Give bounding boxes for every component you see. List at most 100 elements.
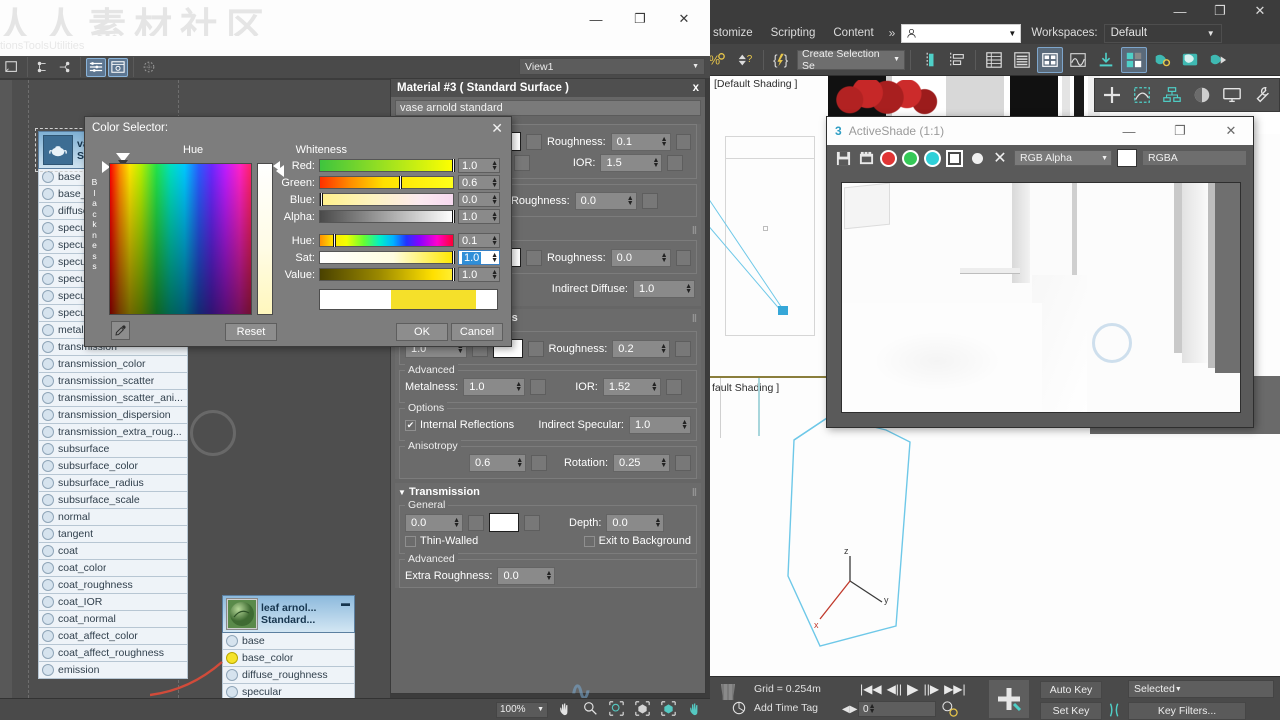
sme-menu-tools[interactable]: Tools (23, 40, 49, 52)
rotation-map-button[interactable] (675, 455, 691, 471)
channel-select[interactable]: RGB Alpha ▼ (1014, 150, 1112, 166)
base-roughness3-input[interactable]: 0.0 ▲ ▼ (610, 248, 671, 267)
sme-zoom-icon[interactable] (580, 701, 600, 719)
activeshade-render-canvas[interactable] (841, 182, 1241, 413)
menu-overflow-chevron[interactable]: » (883, 26, 902, 40)
slot-connector-dot[interactable] (42, 290, 54, 302)
time-config-icon[interactable] (942, 701, 958, 720)
save-icon[interactable] (834, 149, 852, 167)
sme-view-tab[interactable]: View1 ▼ (519, 58, 705, 75)
color-slider-handle[interactable] (452, 159, 455, 172)
metalness-input[interactable]: 1.0 ▲ ▼ (463, 378, 526, 396)
create-selection-set-input[interactable]: Create Selection Se ▼ (797, 48, 905, 72)
color-selector-close-button[interactable]: ✕ (491, 120, 503, 137)
spinner-arrows[interactable]: ▲▼ (546, 570, 553, 582)
color-value-input[interactable]: 1.0 ▲ ▼ (458, 250, 500, 265)
green-channel-toggle[interactable] (902, 149, 919, 167)
node-thumbnail[interactable] (43, 135, 73, 165)
node-slot[interactable]: coat_IOR (38, 594, 188, 611)
menu-item-customize[interactable]: stomize (704, 24, 762, 42)
play-button[interactable]: ▶ (907, 680, 919, 698)
node2-slot[interactable]: base_color (222, 650, 355, 667)
align-icon[interactable] (944, 47, 970, 73)
layer-manager-icon[interactable] (981, 47, 1007, 73)
color-value-input[interactable]: 0.1 ▲ ▼ (458, 233, 500, 248)
node2-collapse-button[interactable]: ▬ (341, 598, 350, 608)
set-key-button[interactable]: Set Key (1040, 702, 1102, 720)
utilities-wrench-icon[interactable] (1248, 81, 1276, 109)
specular-roughness-map-button[interactable] (675, 340, 691, 357)
clone-render-icon[interactable] (857, 149, 875, 167)
sme-select-tree-icon[interactable] (33, 58, 53, 77)
node-slot[interactable]: emission (38, 662, 188, 679)
sme-zoom-select[interactable]: 100% ▼ (496, 701, 548, 718)
thin-walled-checkbox[interactable]: Thin-Walled (405, 535, 478, 547)
color-slider-track[interactable] (319, 268, 455, 281)
node-leaf-arnold-standard[interactable]: leaf arnol... Standard... ▬ base base_col… (222, 595, 355, 701)
color-slider-track[interactable] (319, 234, 454, 247)
indirect-diffuse-input[interactable]: 1.0 ▲ ▼ (633, 280, 695, 298)
node-slot[interactable]: transmission_scatter (38, 373, 188, 390)
base-ior-map-button[interactable] (667, 155, 684, 171)
max-maximize-button[interactable]: ❐ (1200, 0, 1240, 22)
transmission-color-swatch[interactable] (489, 513, 519, 532)
render-production-icon[interactable] (1149, 47, 1175, 73)
material-name-field[interactable]: vase arnold standard (395, 100, 701, 116)
base-roughness2-input[interactable]: 0.0 ▲ ▼ (574, 192, 637, 210)
node-slot[interactable]: transmission_scatter_ani... (38, 390, 188, 407)
frame-nav-icon[interactable]: ◀▶ (842, 704, 857, 715)
slot-connector-dot[interactable] (42, 647, 54, 659)
modify-icon[interactable] (1128, 81, 1156, 109)
color-slider-track[interactable] (319, 193, 454, 206)
color-value-input[interactable]: 1.0 ▲ ▼ (458, 158, 500, 173)
slot-connector-dot[interactable] (42, 273, 54, 285)
mono-channel-toggle[interactable] (968, 149, 986, 167)
add-keys-button[interactable] (988, 679, 1030, 719)
base-extra-map-button[interactable] (513, 155, 530, 171)
base-roughness2-map-button[interactable] (641, 193, 658, 209)
color-slider-handle[interactable] (452, 251, 455, 264)
slot-connector-dot[interactable] (42, 409, 54, 421)
sign-in-dropdown[interactable]: Sign In ▼ (901, 23, 1022, 43)
red-channel-toggle[interactable] (880, 149, 897, 167)
mirror-icon[interactable] (916, 47, 942, 73)
slot-connector-dot[interactable] (42, 171, 54, 183)
display-icon[interactable] (1218, 81, 1246, 109)
color-slider-track[interactable] (319, 176, 454, 189)
sme-zoom-selected-icon[interactable] (658, 700, 678, 719)
extra-roughness-input[interactable]: 0.0 ▲ ▼ (497, 567, 556, 585)
color-slider-track[interactable] (319, 159, 455, 172)
slot-connector-dot[interactable] (42, 341, 54, 353)
whiteness-strip[interactable] (257, 163, 273, 315)
reset-button[interactable]: Reset (225, 323, 277, 341)
spinner-arrows[interactable]: ▲▼ (627, 195, 634, 207)
slot-connector-dot[interactable] (42, 562, 54, 574)
node2-header[interactable]: leaf arnol... Standard... ▬ (222, 595, 355, 633)
specular-ior-input[interactable]: 1.52 ▲ ▼ (602, 378, 661, 396)
slot-connector-dot[interactable] (42, 664, 54, 676)
go-to-end-button[interactable]: ▶▶| (944, 682, 966, 696)
color-slider-track[interactable] (319, 251, 455, 264)
sme-show-params-icon[interactable] (86, 57, 106, 77)
spinner-arrows[interactable]: ▲▼ (651, 381, 658, 393)
node-slot[interactable]: coat_color (38, 560, 188, 577)
auto-key-button[interactable]: Auto Key (1040, 681, 1102, 699)
sme-menu-options[interactable]: tions (0, 40, 23, 52)
rgb-collapse-arrow-icon[interactable] (273, 161, 280, 171)
slot-connector-dot[interactable] (42, 579, 54, 591)
slot-connector-dot[interactable] (42, 358, 54, 370)
activeshade-maximize-button[interactable]: ❐ (1158, 117, 1202, 145)
color-value-input[interactable]: 0.6 ▲ ▼ (458, 175, 500, 190)
sme-material-icon[interactable] (2, 58, 22, 77)
activeshade-minimize-button[interactable]: — (1107, 117, 1151, 145)
exit-to-background-checkbox[interactable]: Exit to Background (583, 535, 691, 547)
node-slot[interactable]: coat (38, 543, 188, 560)
color-value-input[interactable]: 0.0 ▲ ▼ (458, 192, 500, 207)
transmission-rollout-header[interactable]: ▼ Transmission ⣿ (395, 483, 701, 500)
node-slot[interactable]: transmission_dispersion (38, 407, 188, 424)
slot-connector-dot[interactable] (42, 494, 54, 506)
anisotropy-input[interactable]: 0.6 ▲ ▼ (469, 454, 527, 472)
base-roughness3-map-button[interactable] (675, 249, 692, 266)
node-slot[interactable]: subsurface_radius (38, 475, 188, 492)
spinner-arrows[interactable]: ▲▼ (491, 235, 498, 247)
